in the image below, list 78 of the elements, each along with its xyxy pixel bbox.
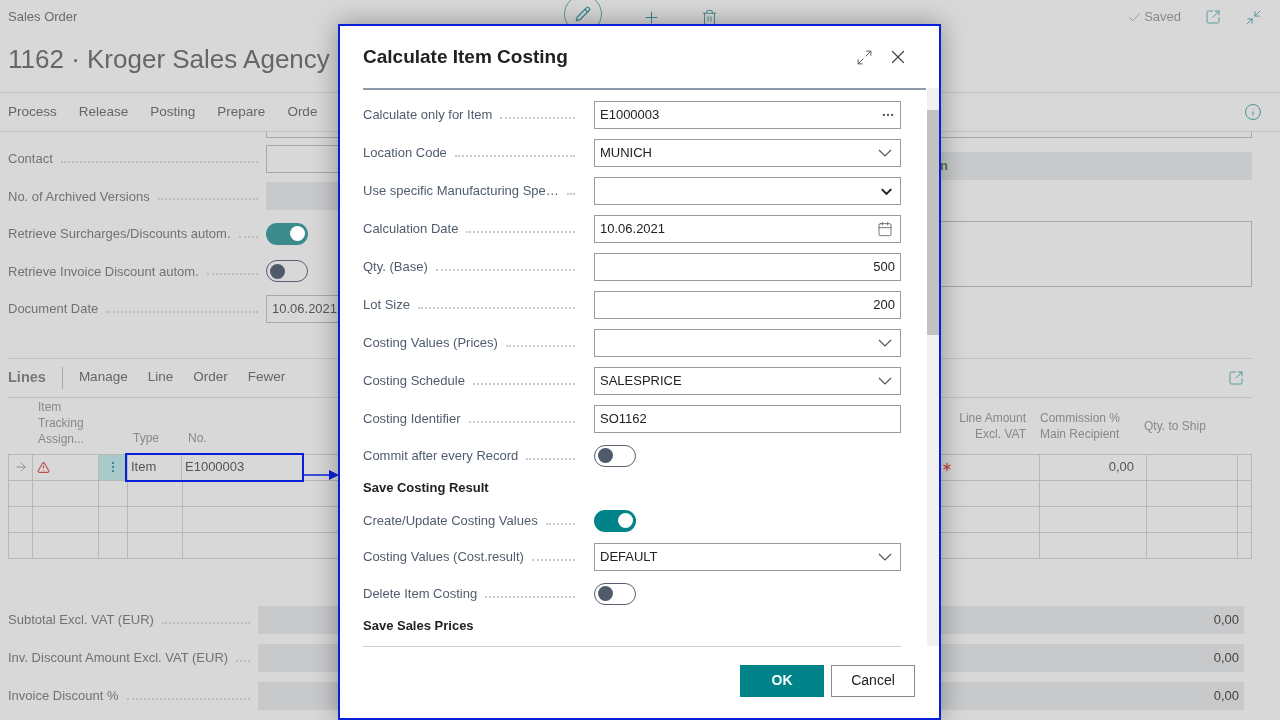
chevron-down-icon	[878, 339, 892, 347]
page-title: 1162 · Kroger Sales Agency	[8, 43, 330, 76]
select-field[interactable]: SALESPRICE	[594, 367, 901, 395]
field-label: Create/Update Costing Values	[363, 511, 538, 530]
number-field[interactable]: 500	[594, 253, 901, 281]
column-header: No.	[187, 429, 207, 447]
column-header: Item Tracking Assign...	[37, 398, 86, 447]
toggle-switch[interactable]	[594, 509, 636, 532]
info-icon[interactable]	[1244, 103, 1262, 121]
action-tab[interactable]: Prepare	[217, 101, 266, 123]
select-field[interactable]: DEFAULT	[594, 543, 901, 571]
section-heading: Save Costing Result	[363, 479, 489, 498]
ok-button[interactable]: OK	[740, 664, 824, 697]
cancel-button[interactable]: Cancel	[831, 664, 915, 697]
action-tab[interactable]: Posting	[150, 101, 196, 123]
input-field[interactable]	[940, 132, 1252, 138]
text-field[interactable]: SO1162	[594, 405, 901, 433]
expand-panel-icon[interactable]	[1228, 369, 1244, 386]
select-field[interactable]	[594, 329, 901, 357]
date-field[interactable]: 10.06.2021	[594, 215, 901, 243]
action-tab[interactable]: Release	[78, 101, 129, 123]
field-label: Lot Size	[363, 296, 410, 315]
field-label: No. of Archived Versions	[8, 187, 150, 206]
field-label: Costing Identifier	[363, 410, 461, 429]
breadcrumb: Sales Order	[8, 8, 79, 27]
action-tab[interactable]: Process	[8, 101, 57, 123]
scrollbar-thumb[interactable]	[927, 110, 939, 335]
chevron-down-icon	[878, 553, 892, 561]
field-label: Costing Values (Prices)	[363, 334, 498, 353]
select-field[interactable]	[594, 177, 901, 205]
field-label: Costing Schedule	[363, 372, 465, 391]
open-in-new-window-icon[interactable]	[1205, 9, 1221, 25]
field-label: Delete Item Costing	[363, 584, 478, 603]
expand-icon[interactable]	[856, 48, 873, 66]
section-heading: Save Sales Prices	[363, 617, 474, 636]
action-tab[interactable]: Orde	[287, 101, 318, 123]
table-cell[interactable]: E1000003	[182, 454, 302, 480]
section-title: Lines	[8, 367, 46, 387]
chevron-down-icon	[878, 149, 892, 157]
number-field[interactable]: 200	[594, 291, 901, 319]
column-header: Commission % Main Recipient	[1039, 409, 1121, 442]
total-label: Subtotal Excl. VAT (EUR)	[8, 610, 154, 629]
input-field[interactable]	[266, 132, 338, 138]
field-label: Qty. (Base)	[363, 258, 428, 277]
field-label: Calculation Date	[363, 220, 459, 239]
total-label: Inv. Discount Amount Excl. VAT (EUR)	[8, 648, 229, 667]
status-text: n	[940, 157, 948, 176]
saved-status: Saved	[1144, 8, 1181, 27]
chevron-down-icon	[881, 187, 892, 195]
field-label: Use specific Manufacturing Spe…	[363, 182, 559, 201]
toggle-switch[interactable]	[266, 222, 308, 245]
field-label: Calculate only for Item	[363, 106, 493, 125]
row-menu-button[interactable]	[99, 454, 128, 480]
field-label: Retrieve Invoice Discount autom.	[8, 262, 199, 281]
field-label: Document Date	[8, 300, 99, 318]
calendar-icon[interactable]	[877, 221, 893, 237]
lines-action[interactable]: Fewer	[247, 367, 286, 388]
column-header: Line Amount Excl. VAT	[958, 409, 1026, 442]
pencil-icon	[575, 6, 591, 22]
chevron-down-icon	[878, 377, 892, 385]
lookup-field[interactable]: E1000003	[594, 101, 901, 129]
total-label: Invoice Discount %	[8, 686, 119, 705]
field-label: Location Code	[363, 144, 447, 163]
lines-action[interactable]: Line	[147, 367, 174, 388]
dialog-title: Calculate Item Costing	[363, 44, 568, 69]
lines-action[interactable]: Manage	[78, 367, 128, 388]
lines-action[interactable]: Order	[193, 367, 228, 388]
collapse-icon[interactable]	[1245, 8, 1262, 26]
column-header: Qty. to Ship	[1143, 417, 1206, 435]
readonly-field	[266, 182, 338, 211]
table-cell[interactable]: Item	[127, 454, 182, 480]
field-label: Contact	[8, 150, 53, 168]
column-header: Type	[132, 429, 160, 447]
select-field[interactable]: MUNICH	[594, 139, 901, 167]
trash-icon[interactable]	[701, 8, 718, 26]
field-label: Retrieve Surcharges/Discounts autom.	[8, 225, 231, 243]
field-label: Costing Values (Cost.result)	[363, 548, 524, 567]
field-label: Commit after every Record	[363, 446, 519, 465]
